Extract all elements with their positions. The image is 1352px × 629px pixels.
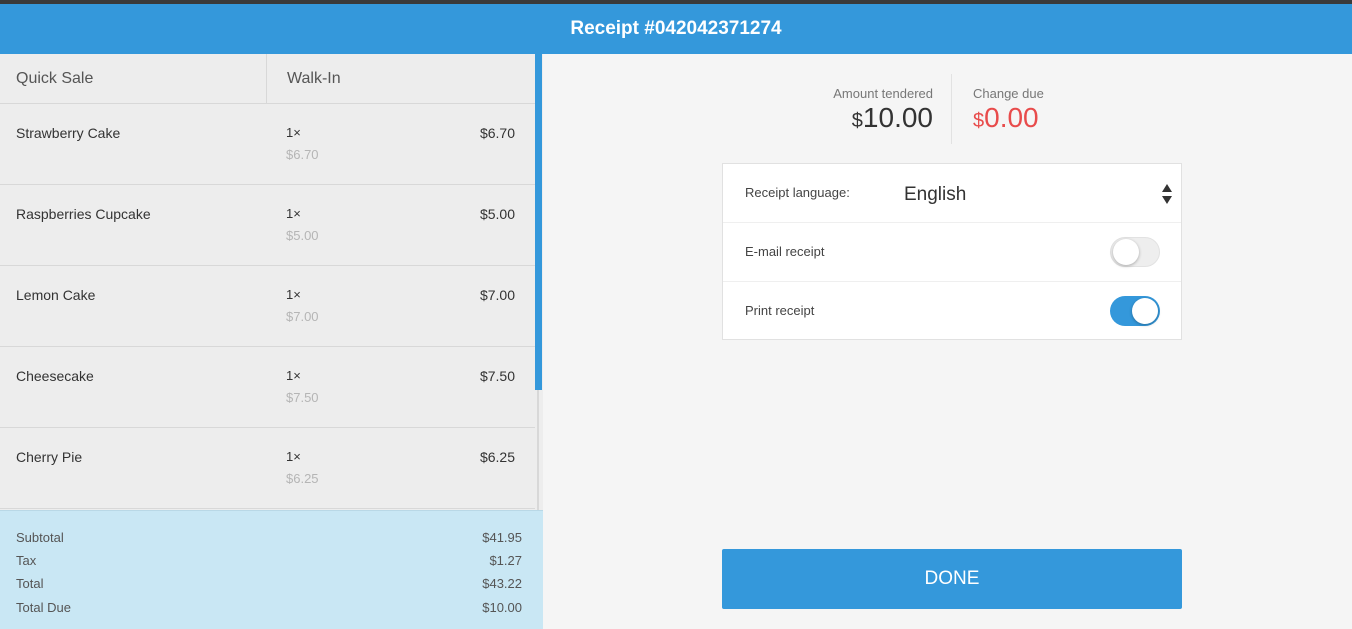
total-due-label: Total Due xyxy=(16,600,71,615)
item-name: Cheesecake xyxy=(16,368,94,384)
amount-divider xyxy=(951,74,952,144)
select-arrows-icon[interactable] xyxy=(1161,183,1173,205)
subtotal-value: $41.95 xyxy=(482,530,522,545)
item-quantity: 1× xyxy=(286,287,301,302)
tab-divider xyxy=(266,54,267,103)
receipt-title: Receipt #042042371274 xyxy=(570,18,782,39)
currency-symbol: $ xyxy=(851,110,863,132)
item-unit-price: $6.70 xyxy=(286,147,319,162)
receipt-language-label: Receipt language: xyxy=(745,185,850,200)
change-due-label: Change due xyxy=(973,86,1044,101)
order-panel: Quick Sale Walk-In Strawberry Cake 1× $6… xyxy=(0,54,543,629)
print-receipt-label: Print receipt xyxy=(745,303,815,318)
item-unit-price: $6.25 xyxy=(286,471,319,486)
toggle-knob xyxy=(1132,298,1158,324)
receipt-header: Receipt #042042371274 xyxy=(0,4,1352,54)
tax-row: Tax $1.27 xyxy=(16,553,522,573)
total-row: Total $43.22 xyxy=(16,576,522,596)
list-item[interactable]: Strawberry Cake 1× $6.70 $6.70 xyxy=(0,104,535,185)
tax-value: $1.27 xyxy=(489,553,522,568)
scrollbar-track[interactable] xyxy=(537,390,539,510)
payment-panel: Amount tendered $10.00 Change due $0.00 … xyxy=(543,54,1352,628)
email-receipt-row: E-mail receipt xyxy=(723,223,1181,282)
scrollbar-thumb[interactable] xyxy=(535,54,542,390)
list-item[interactable]: Cheesecake 1× $7.50 $7.50 xyxy=(0,347,535,428)
item-name: Raspberries Cupcake xyxy=(16,206,151,222)
done-button[interactable]: DONE xyxy=(722,549,1182,609)
total-label: Total xyxy=(16,576,44,591)
tax-label: Tax xyxy=(16,553,37,568)
item-quantity: 1× xyxy=(286,368,301,383)
list-item[interactable]: Raspberries Cupcake 1× $5.00 $5.00 xyxy=(0,185,535,266)
item-quantity: 1× xyxy=(286,125,301,140)
change-due-value: $0.00 xyxy=(973,101,1133,138)
toggle-knob xyxy=(1113,239,1139,265)
item-name: Cherry Pie xyxy=(16,449,83,465)
total-due-value: $10.00 xyxy=(482,600,522,615)
totals-panel: Subtotal $41.95 Tax $1.27 Total $43.22 T… xyxy=(0,510,543,629)
order-items-list: Strawberry Cake 1× $6.70 $6.70 Raspberri… xyxy=(0,104,535,509)
amount-tendered: Amount tendered $10.00 xyxy=(793,86,933,138)
amount-tendered-number: 10.00 xyxy=(862,102,933,133)
total-due-row: Total Due $10.00 xyxy=(16,600,522,620)
email-receipt-label: E-mail receipt xyxy=(745,244,825,259)
change-due-number: 0.00 xyxy=(984,102,1039,133)
list-item[interactable]: Lemon Cake 1× $7.00 $7.00 xyxy=(0,266,535,347)
item-price: $6.70 xyxy=(479,125,515,141)
subtotal-label: Subtotal xyxy=(16,530,64,545)
item-name: Strawberry Cake xyxy=(16,125,121,141)
item-price: $7.50 xyxy=(479,368,515,384)
item-name: Lemon Cake xyxy=(16,287,96,303)
subtotal-row: Subtotal $41.95 xyxy=(16,530,522,550)
print-receipt-toggle[interactable] xyxy=(1110,296,1160,326)
item-unit-price: $7.00 xyxy=(286,309,319,324)
email-receipt-toggle[interactable] xyxy=(1110,237,1160,267)
amount-tendered-value: $10.00 xyxy=(793,101,933,138)
receipt-language-select[interactable]: English xyxy=(904,164,966,226)
change-due: Change due $0.00 xyxy=(973,86,1133,138)
item-unit-price: $5.00 xyxy=(286,228,319,243)
item-unit-price: $7.50 xyxy=(286,390,319,405)
item-quantity: 1× xyxy=(286,206,301,221)
item-price: $7.00 xyxy=(479,287,515,303)
print-receipt-row: Print receipt xyxy=(723,282,1181,340)
amount-tendered-label: Amount tendered xyxy=(833,86,933,101)
receipt-options: Receipt language: English E-mail receipt… xyxy=(722,163,1182,340)
receipt-language-row[interactable]: Receipt language: English xyxy=(723,164,1181,223)
item-price: $5.00 xyxy=(479,206,515,222)
item-quantity: 1× xyxy=(286,449,301,464)
tab-quick-sale[interactable]: Quick Sale xyxy=(16,54,93,103)
list-item[interactable]: Cherry Pie 1× $6.25 $6.25 xyxy=(0,428,535,509)
currency-symbol: $ xyxy=(973,110,985,132)
total-value: $43.22 xyxy=(482,576,522,591)
tab-walk-in[interactable]: Walk-In xyxy=(287,54,341,103)
item-price: $6.25 xyxy=(479,449,515,465)
order-tabs: Quick Sale Walk-In xyxy=(0,54,535,104)
